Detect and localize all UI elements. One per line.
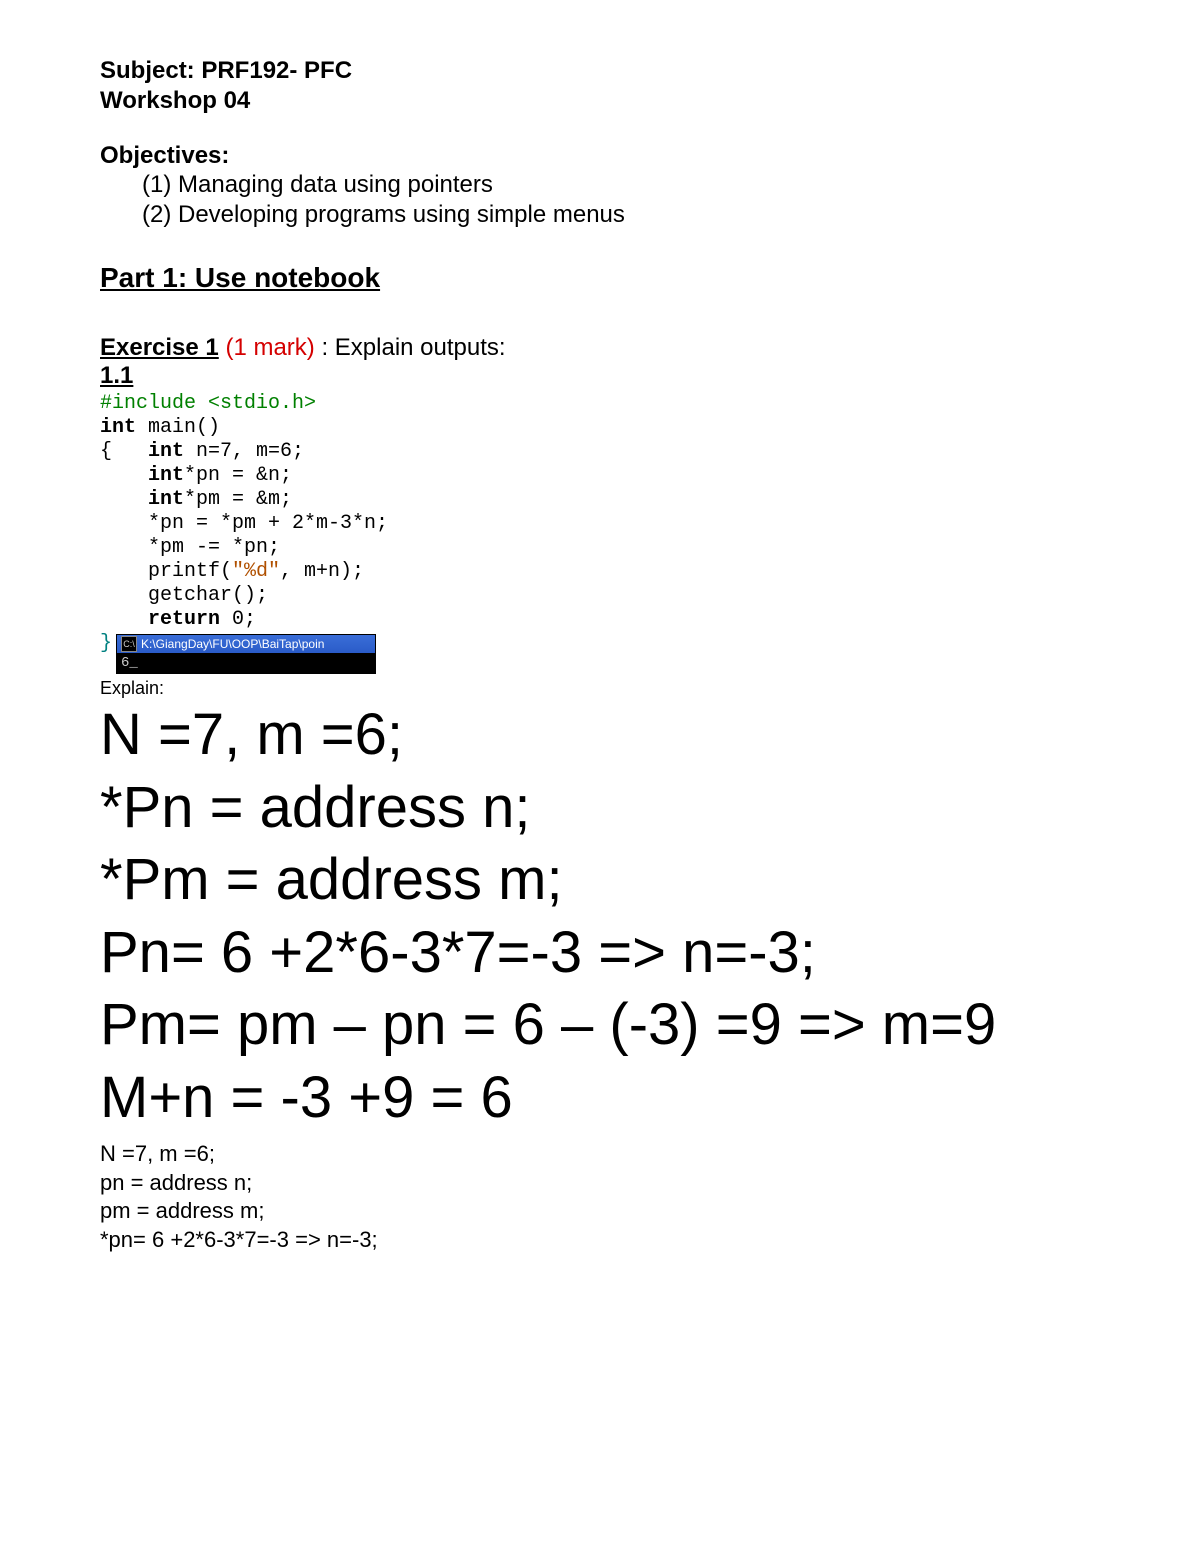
explain-small-line: N =7, m =6; bbox=[100, 1140, 1100, 1169]
explain-small-line: pm = address m; bbox=[100, 1197, 1100, 1226]
code-text: *pn = *pm + 2*m-3*n; bbox=[100, 512, 388, 535]
explain-big-line: M+n = -3 +9 = 6 bbox=[100, 1062, 1100, 1135]
console-title-text: K:\GiangDay\FU\OOP\BaiTap\poin bbox=[141, 637, 324, 651]
code-text bbox=[100, 488, 148, 511]
explain-small-line: *pn= 6 +2*6-3*7=-3 => n=-3; bbox=[100, 1226, 1100, 1255]
objective-item: (1) Managing data using pointers bbox=[100, 170, 1100, 200]
explain-label: Explain: bbox=[100, 678, 1100, 699]
subject-line: Subject: PRF192- PFC bbox=[100, 56, 1100, 86]
code-text: *pm -= *pn; bbox=[100, 536, 280, 559]
code-text: , m+n); bbox=[280, 560, 364, 583]
code-text: { bbox=[100, 440, 148, 463]
code-text: 0; bbox=[220, 608, 256, 631]
explain-big-line: *Pm = address m; bbox=[100, 844, 1100, 917]
exercise1-sub: 1.1 bbox=[100, 362, 1100, 390]
exercise-label: Exercise 1 bbox=[100, 334, 219, 361]
code-kw: int bbox=[100, 416, 136, 439]
code-include: #include <stdio.h> bbox=[100, 392, 316, 415]
code-kw: int bbox=[148, 488, 184, 511]
code-block: #include <stdio.h> int main() { int n=7,… bbox=[100, 392, 1100, 656]
code-kw: int bbox=[148, 464, 184, 487]
explain-small: N =7, m =6; pn = address n; pm = address… bbox=[100, 1140, 1100, 1254]
explain-big-line: Pn= 6 +2*6-3*7=-3 => n=-3; bbox=[100, 917, 1100, 990]
objective-item: (2) Developing programs using simple men… bbox=[100, 200, 1100, 230]
explain-big: N =7, m =6; *Pn = address n; *Pm = addre… bbox=[100, 699, 1100, 1134]
code-text: getchar(); bbox=[100, 584, 268, 607]
exercise1-heading: Exercise 1 (1 mark) : Explain outputs: bbox=[100, 334, 1100, 362]
exercise-tail: : Explain outputs: bbox=[315, 334, 506, 361]
cmd-icon: C:\ bbox=[121, 636, 137, 652]
part1-title: Part 1: Use notebook bbox=[100, 262, 1100, 294]
code-text: printf( bbox=[100, 560, 232, 583]
code-kw: return bbox=[148, 608, 220, 631]
console-output: 6_ bbox=[116, 654, 376, 674]
document-page: Subject: PRF192- PFC Workshop 04 Objecti… bbox=[0, 0, 1200, 1553]
console-window: C:\ K:\GiangDay\FU\OOP\BaiTap\poin 6_ bbox=[116, 634, 1100, 674]
exercise-mark: (1 mark) bbox=[219, 334, 315, 361]
code-text: n=7, m=6; bbox=[184, 440, 304, 463]
code-brace: } bbox=[100, 632, 112, 655]
explain-big-line: N =7, m =6; bbox=[100, 699, 1100, 772]
code-text bbox=[100, 608, 148, 631]
workshop-line: Workshop 04 bbox=[100, 86, 1100, 116]
code-text: main() bbox=[136, 416, 220, 439]
code-text bbox=[100, 464, 148, 487]
console-titlebar: C:\ K:\GiangDay\FU\OOP\BaiTap\poin bbox=[116, 634, 376, 654]
explain-big-line: *Pn = address n; bbox=[100, 772, 1100, 845]
explain-big-line: Pm= pm – pn = 6 – (-3) =9 => m=9 bbox=[100, 989, 1100, 1062]
code-string: "%d" bbox=[232, 560, 280, 583]
objectives-title: Objectives: bbox=[100, 142, 1100, 170]
code-text: *pn = &n; bbox=[184, 464, 292, 487]
code-text: *pm = &m; bbox=[184, 488, 292, 511]
explain-small-line: pn = address n; bbox=[100, 1169, 1100, 1198]
code-kw: int bbox=[148, 440, 184, 463]
